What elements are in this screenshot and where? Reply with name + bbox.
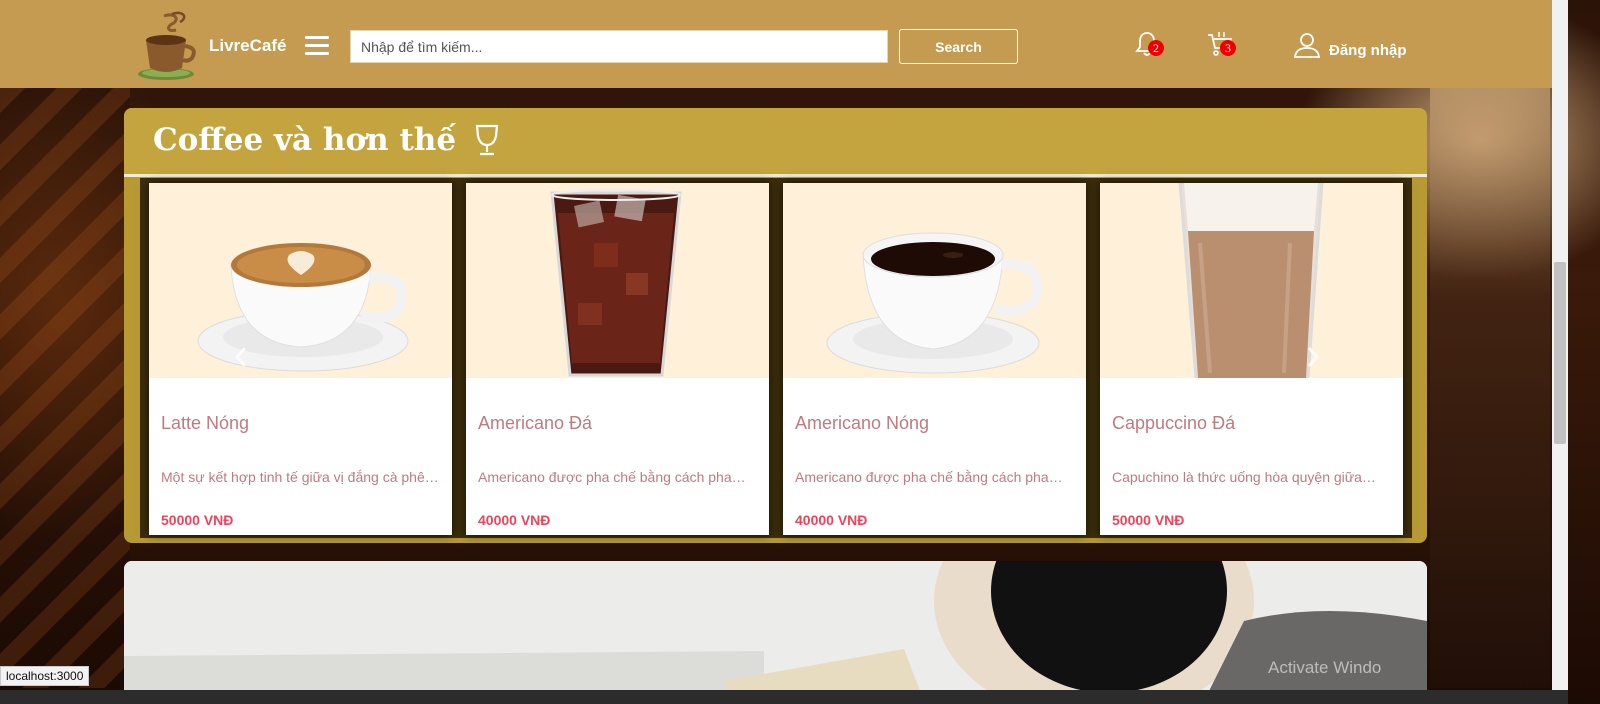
iced-cappuccino-glass-image[interactable] [1100,183,1403,378]
section-title-text: Coffee và hơn thế [153,122,457,158]
product-card[interactable]: Americano Đá Americano được pha chế bằng… [466,183,769,535]
search-button[interactable]: Search [899,29,1018,64]
background-left [0,88,130,688]
product-price: 40000 VNĐ [795,512,868,528]
taskbar-strip [0,690,1568,704]
product-description: Americano được pha chế bằng cách pha… [795,469,1063,485]
carousel-prev-icon[interactable] [234,346,248,368]
scrollbar-thumb[interactable] [1554,262,1566,444]
product-description: Một sự kết hợp tinh tế giữa vị đắng cà p… [161,469,439,485]
promo-banner-image [124,561,1427,701]
background-right [1430,88,1550,688]
section-header: Coffee và hơn thế [124,108,1427,174]
trophy-icon [475,124,499,156]
product-carousel[interactable]: Latte Nóng Một sự kết hợp tinh tế giữa v… [140,178,1412,538]
cart-badge: 3 [1220,40,1236,56]
product-card[interactable]: Cappuccino Đá Capuchino là thức uống hòa… [1100,183,1403,535]
product-description: Capuchino là thức uống hòa quyện giữa… [1112,469,1376,485]
product-name[interactable]: Americano Đá [478,413,592,434]
menu-icon[interactable] [305,36,329,56]
section-divider [124,174,1427,177]
product-card[interactable]: Latte Nóng Một sự kết hợp tinh tế giữa v… [149,183,452,535]
notification-button[interactable]: 2 [1134,30,1168,64]
login-link[interactable]: Đăng nhập [1293,27,1407,63]
status-url: localhost:3000 [0,666,90,686]
product-price: 50000 VNĐ [161,512,234,528]
coffee-cup-logo[interactable] [136,10,206,82]
product-price: 50000 VNĐ [1112,512,1185,528]
search-input[interactable] [350,30,888,63]
cart-button[interactable]: 3 [1206,30,1240,64]
windows-watermark: Activate Windo [1268,658,1382,677]
login-label: Đăng nhập [1329,41,1407,59]
featured-products-section: Coffee và hơn thế Latte Nóng Một sự kết … [124,108,1427,543]
product-name[interactable]: Cappuccino Đá [1112,413,1235,434]
product-description: Americano được pha chế bằng cách pha… [478,469,746,485]
product-name[interactable]: Americano Nóng [795,413,929,434]
product-card[interactable]: Americano Nóng Americano được pha chế bằ… [783,183,1086,535]
brand-name[interactable]: LivreCafé [209,36,286,56]
carousel-next-icon[interactable] [1306,346,1320,368]
product-price: 40000 VNĐ [478,512,551,528]
iced-americano-glass-image[interactable] [466,183,769,378]
top-navbar: LivreCafé Search 2 3 Đăng nhập [0,0,1552,88]
latte-cup-image[interactable] [149,183,452,378]
notification-badge: 2 [1148,40,1164,56]
user-icon [1293,33,1321,58]
black-coffee-cup-image[interactable] [783,183,1086,378]
section-title: Coffee và hơn thế [153,122,504,158]
product-name[interactable]: Latte Nóng [161,413,249,434]
